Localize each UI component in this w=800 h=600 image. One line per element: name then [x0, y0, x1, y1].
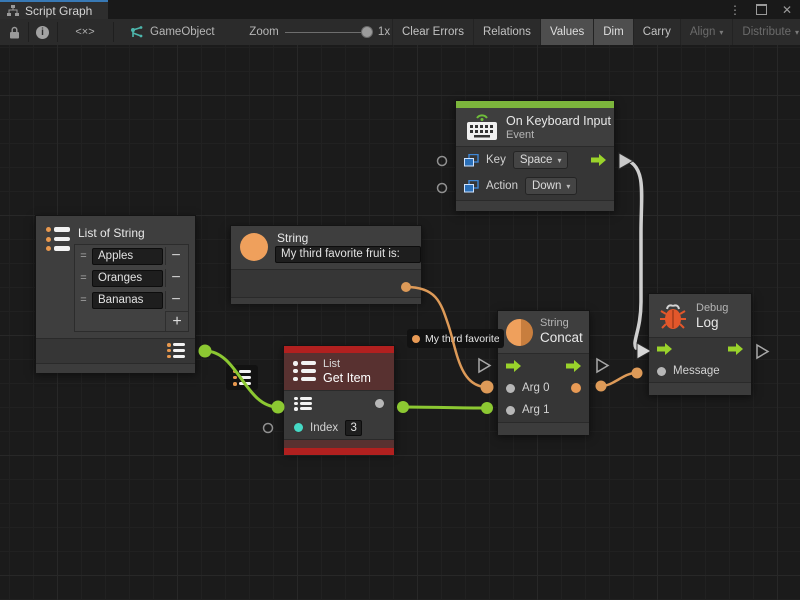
port-concat-arg1[interactable]: [481, 402, 493, 414]
port-action-input-unconnected[interactable]: [438, 184, 447, 193]
port-list-output[interactable]: [199, 345, 212, 358]
flow-port-concat-in-unconnected[interactable]: [479, 359, 490, 372]
flow-port-log-out-unconnected[interactable]: [757, 345, 768, 358]
flow-wire-start-arrow[interactable]: [619, 153, 633, 169]
port-getitem-list-input[interactable]: [272, 401, 285, 414]
flow-port-concat-out-unconnected[interactable]: [597, 359, 608, 372]
flow-wire-end-arrow[interactable]: [637, 343, 651, 359]
port-string-output[interactable]: [401, 282, 411, 292]
port-concat-arg0[interactable]: [481, 381, 494, 394]
port-getitem-output[interactable]: [397, 401, 409, 413]
wire-concat-to-message[interactable]: [601, 373, 636, 386]
port-log-message[interactable]: [632, 368, 643, 379]
wire-flow-keyboard-to-log[interactable]: [629, 161, 642, 348]
port-key-input-unconnected[interactable]: [438, 157, 447, 166]
unity-visual-scripting-window: Script Graph ⋮ ✕ i <×>: [0, 0, 800, 600]
port-concat-result[interactable]: [596, 381, 607, 392]
wire-list-to-getitem[interactable]: [205, 351, 278, 407]
wire-string-to-arg0[interactable]: [406, 287, 487, 387]
wire-getitem-to-arg1[interactable]: [403, 407, 487, 408]
port-index-input-unconnected[interactable]: [264, 424, 273, 433]
